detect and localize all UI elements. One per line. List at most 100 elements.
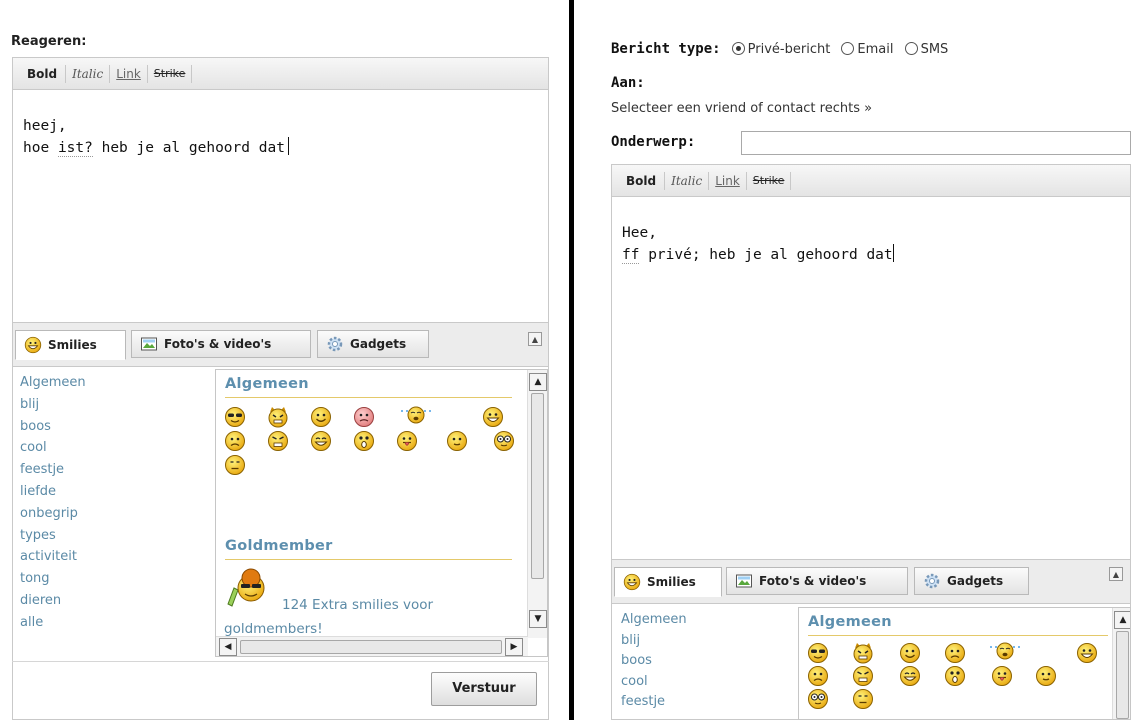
scroll-right-icon[interactable]: ▶ [505,638,523,656]
nerd-smiley-icon[interactable] [807,688,829,710]
category-item[interactable]: cool [621,672,687,693]
category-item[interactable]: blij [20,394,86,416]
send-button[interactable]: Verstuur [431,672,537,706]
vertical-scrollbar[interactable]: ▲ ▼ [527,370,547,638]
grin-smiley-icon[interactable] [1076,642,1098,664]
radio-option-private[interactable]: Privé-bericht [731,38,837,57]
collapse-up-icon[interactable]: ▲ [1109,567,1123,581]
nerd-smiley-icon[interactable] [493,430,515,452]
italic-button[interactable]: Italic [665,171,710,190]
sad-smiley-icon[interactable] [224,430,246,452]
devil-smiley-icon[interactable] [852,642,874,664]
meh-smiley-icon[interactable] [1035,665,1057,687]
smile-smiley-icon[interactable] [310,406,332,428]
category-item[interactable]: feestje [20,459,86,481]
laugh-smiley-icon[interactable] [310,430,332,452]
link-button[interactable]: Link [709,171,747,190]
laugh-smiley-icon[interactable] [899,665,921,687]
category-item[interactable]: liefde [20,481,86,503]
image-icon [141,337,157,351]
category-item[interactable]: types [20,525,86,547]
blush-smiley-icon[interactable] [353,406,375,428]
scroll-left-icon[interactable]: ◀ [219,638,237,656]
heading-divider [225,397,512,398]
editor-line-1: heej, [23,118,67,134]
collapse-up-icon[interactable]: ▲ [528,332,542,346]
neutral-smiley-icon[interactable] [224,454,246,476]
neutral-smiley-icon[interactable] [852,688,874,710]
crying-smiley-icon[interactable] [987,638,1023,664]
tab-smilies-label: Smilies [647,575,696,589]
category-item[interactable]: boos [621,651,687,672]
message-textarea[interactable]: Hee, ff privé; heb je al gehoord dat [611,197,1131,560]
grin-smiley-icon[interactable] [482,406,504,428]
text-caret [287,137,289,155]
goldmember-smiley-icon [227,568,265,607]
category-item[interactable]: dieren [20,590,86,612]
smile-smiley-icon[interactable] [899,642,921,664]
category-item[interactable]: Algemeen [621,610,687,631]
category-item[interactable]: onbegrip [20,503,86,525]
category-item[interactable]: alle [20,612,86,634]
tab-gadgets[interactable]: Gadgets [317,330,429,358]
pane-heading-goldmember: Goldmember [225,538,333,554]
right-format-toolbar: Bold Italic Link Strike [611,164,1131,197]
misspelled-word: ist? [57,140,93,157]
tab-gadgets[interactable]: Gadgets [914,567,1029,595]
subject-input[interactable] [741,131,1131,155]
left-attachment-tabbar: Smilies Foto's & video's Gadgets ▲ [12,323,549,367]
tab-smilies[interactable]: Smilies [15,330,126,360]
angry-smiley-icon[interactable] [267,430,289,452]
radio-option-sms[interactable]: SMS [904,38,955,57]
tab-smilies[interactable]: Smilies [614,567,722,597]
tongue-smiley-icon[interactable] [396,430,418,452]
scroll-thumb[interactable] [1116,631,1129,719]
bold-button[interactable]: Bold [620,171,666,190]
goldmember-link-continued[interactable]: goldmembers! [224,621,323,637]
crying-smiley-icon[interactable] [398,402,434,428]
horizontal-scrollbar[interactable]: ◀ ▶ [216,636,528,656]
strike-button[interactable]: Strike [747,171,792,190]
meh-smiley-icon[interactable] [446,430,468,452]
category-item[interactable]: cool [20,437,86,459]
category-item[interactable]: Algemeen [20,372,86,394]
scroll-thumb[interactable] [531,393,544,579]
tongue-smiley-icon[interactable] [991,665,1013,687]
radio-icon[interactable] [841,42,855,55]
scroll-up-icon[interactable]: ▲ [1114,611,1130,629]
scroll-up-icon[interactable]: ▲ [529,373,547,391]
to-label: Aan: [611,75,645,91]
category-item[interactable]: blij [621,631,687,652]
shocked-smiley-icon[interactable] [944,665,966,687]
sad-smiley-icon[interactable] [944,642,966,664]
category-item[interactable]: tong [20,568,86,590]
goldmember-link[interactable]: 124 Extra smilies voor [282,597,433,613]
left-smiley-pane: Algemeen Goldmember 124 Extra smilies vo… [215,369,548,657]
scroll-thumb[interactable] [240,640,502,654]
vertical-scrollbar[interactable]: ▲ [1112,608,1130,719]
shocked-smiley-icon[interactable] [353,430,375,452]
radio-icon[interactable] [904,42,918,55]
italic-button[interactable]: Italic [66,64,111,83]
tab-photos-videos[interactable]: Foto's & video's [131,330,311,358]
radio-option-email[interactable]: Email [841,38,899,57]
radio-selected-icon[interactable] [731,42,745,55]
cool-smiley-icon[interactable] [807,642,829,664]
editor-line-2-rest: heb je al gehoord dat [101,140,285,156]
smiley-icon [623,573,641,591]
bold-button[interactable]: Bold [21,64,67,83]
cool-smiley-icon[interactable] [224,406,246,428]
scroll-down-icon[interactable]: ▼ [529,610,547,628]
category-item[interactable]: boos [20,416,86,438]
link-button[interactable]: Link [110,64,148,83]
strike-button[interactable]: Strike [148,64,193,83]
sad-smiley-icon[interactable] [807,665,829,687]
angry-smiley-icon[interactable] [852,665,874,687]
category-item[interactable]: feestje [621,692,687,713]
devil-smiley-icon[interactable] [267,406,289,428]
category-item[interactable]: activiteit [20,546,86,568]
right-smiley-pane: Algemeen ▲ [798,607,1131,720]
comment-textarea[interactable]: heej, hoe ist? heb je al gehoord dat [12,90,549,323]
text-caret [892,244,894,262]
tab-photos-videos[interactable]: Foto's & video's [726,567,908,595]
